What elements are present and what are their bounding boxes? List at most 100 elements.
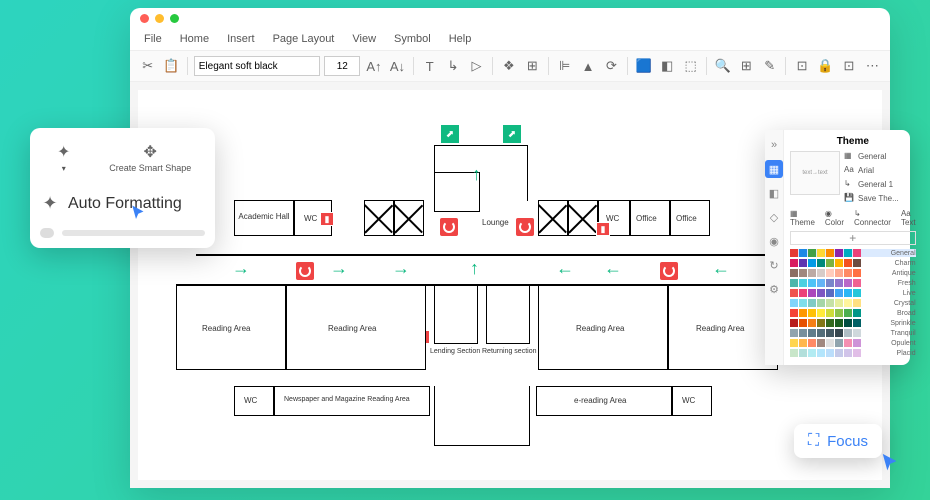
color-swatch[interactable] <box>826 269 834 277</box>
color-swatch[interactable] <box>853 269 861 277</box>
color-swatch[interactable] <box>808 289 816 297</box>
size-icon[interactable]: ⊡ <box>792 55 811 77</box>
color-swatch[interactable] <box>808 349 816 357</box>
color-swatch[interactable] <box>817 339 825 347</box>
decrease-font-icon[interactable]: A↓ <box>388 55 407 77</box>
color-swatch[interactable] <box>844 349 852 357</box>
swatch-row[interactable]: Tranquil <box>790 329 916 337</box>
paste-icon[interactable]: 📋 <box>161 55 180 77</box>
tab-connector[interactable]: ↳Connector <box>854 209 891 227</box>
color-swatch[interactable] <box>790 309 798 317</box>
menu-symbol[interactable]: Symbol <box>394 33 431 45</box>
tab-color[interactable]: ◉Color <box>825 209 844 227</box>
pointer-icon[interactable]: ▷ <box>467 55 486 77</box>
color-swatch[interactable] <box>790 269 798 277</box>
color-swatch[interactable] <box>808 309 816 317</box>
rail-expand-icon[interactable]: » <box>765 136 783 154</box>
color-swatch[interactable] <box>853 259 861 267</box>
color-swatch[interactable] <box>835 289 843 297</box>
color-swatch[interactable] <box>790 299 798 307</box>
color-swatch[interactable] <box>790 329 798 337</box>
theme-option-save[interactable]: 💾Save The... <box>844 193 899 203</box>
rotate-icon[interactable]: ⟳ <box>602 55 621 77</box>
rail-theme-icon[interactable]: ▦ <box>765 160 783 178</box>
color-swatch[interactable] <box>853 339 861 347</box>
swatch-row[interactable]: Charm <box>790 259 916 267</box>
font-size-select[interactable] <box>324 56 360 76</box>
spark-button[interactable]: ✦ ▾ <box>50 138 78 177</box>
color-swatch[interactable] <box>799 269 807 277</box>
color-swatch[interactable] <box>826 279 834 287</box>
lock-icon[interactable]: 🔒 <box>816 55 835 77</box>
color-swatch[interactable] <box>790 279 798 287</box>
tab-theme[interactable]: ▦Theme <box>790 209 815 227</box>
rail-history-icon[interactable]: ↻ <box>765 256 783 274</box>
color-swatch[interactable] <box>844 289 852 297</box>
color-swatch[interactable] <box>790 319 798 327</box>
color-swatch[interactable] <box>853 349 861 357</box>
color-swatch[interactable] <box>817 259 825 267</box>
color-swatch[interactable] <box>826 339 834 347</box>
rail-layers-icon[interactable]: ◧ <box>765 184 783 202</box>
color-swatch[interactable] <box>799 339 807 347</box>
color-swatch[interactable] <box>853 329 861 337</box>
font-select[interactable] <box>194 56 321 76</box>
color-swatch[interactable] <box>835 279 843 287</box>
color-swatch[interactable] <box>790 339 798 347</box>
tab-text[interactable]: AaText <box>901 209 916 227</box>
increase-font-icon[interactable]: A↑ <box>364 55 383 77</box>
color-swatch[interactable] <box>817 309 825 317</box>
color-swatch[interactable] <box>826 329 834 337</box>
color-swatch[interactable] <box>844 279 852 287</box>
color-swatch[interactable] <box>799 299 807 307</box>
color-swatch[interactable] <box>835 319 843 327</box>
color-swatch[interactable] <box>799 289 807 297</box>
auto-formatting-button[interactable]: ✦ Auto Formatting <box>40 188 205 220</box>
color-swatch[interactable] <box>790 289 798 297</box>
color-swatch[interactable] <box>817 319 825 327</box>
options-icon[interactable]: ⋯ <box>863 55 882 77</box>
color-swatch[interactable] <box>835 299 843 307</box>
swatch-row[interactable]: Sprinkle <box>790 319 916 327</box>
color-swatch[interactable] <box>808 269 816 277</box>
color-swatch[interactable] <box>826 309 834 317</box>
color-swatch[interactable] <box>835 309 843 317</box>
color-swatch[interactable] <box>790 349 798 357</box>
color-swatch[interactable] <box>817 329 825 337</box>
fill-icon[interactable]: 🟦 <box>634 55 653 77</box>
color-swatch[interactable] <box>817 269 825 277</box>
rail-settings-icon[interactable]: ⚙ <box>765 280 783 298</box>
theme-option-connector[interactable]: ↳General 1 <box>844 179 899 189</box>
menu-home[interactable]: Home <box>180 33 209 45</box>
color-swatch[interactable] <box>844 309 852 317</box>
color-swatch[interactable] <box>817 279 825 287</box>
add-theme-button[interactable]: + <box>790 231 916 245</box>
color-swatch[interactable] <box>826 249 834 257</box>
color-swatch[interactable] <box>853 249 861 257</box>
color-swatch[interactable] <box>808 339 816 347</box>
focus-button[interactable]: ⛶ Focus <box>794 424 882 458</box>
cut-icon[interactable]: ✂ <box>138 55 157 77</box>
color-swatch[interactable] <box>790 249 798 257</box>
color-swatch[interactable] <box>853 289 861 297</box>
color-swatch[interactable] <box>844 329 852 337</box>
color-swatch[interactable] <box>844 339 852 347</box>
color-swatch[interactable] <box>835 339 843 347</box>
color-swatch[interactable] <box>799 329 807 337</box>
swatch-row[interactable]: Broad <box>790 309 916 317</box>
color-swatch[interactable] <box>826 299 834 307</box>
layers-icon[interactable]: ❖ <box>499 55 518 77</box>
color-swatch[interactable] <box>799 349 807 357</box>
shadow-icon[interactable]: ◧ <box>657 55 676 77</box>
color-swatch[interactable] <box>844 249 852 257</box>
color-swatch[interactable] <box>799 259 807 267</box>
color-swatch[interactable] <box>835 259 843 267</box>
color-swatch[interactable] <box>808 319 816 327</box>
color-swatch[interactable] <box>826 349 834 357</box>
menu-insert[interactable]: Insert <box>227 33 255 45</box>
create-smart-shape-button[interactable]: ✥ Create Smart Shape <box>105 138 195 178</box>
color-swatch[interactable] <box>817 249 825 257</box>
more-icon[interactable]: ⊡ <box>839 55 858 77</box>
swatch-row[interactable]: Live <box>790 289 916 297</box>
color-swatch[interactable] <box>826 289 834 297</box>
